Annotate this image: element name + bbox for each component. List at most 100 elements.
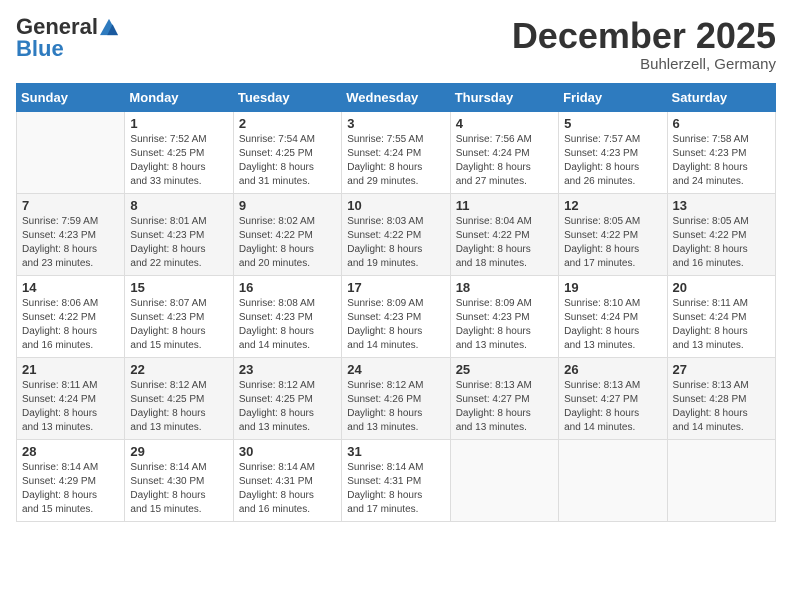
day-number: 1 xyxy=(130,116,227,131)
calendar-cell: 7 Sunrise: 7:59 AMSunset: 4:23 PMDaylight… xyxy=(17,193,125,275)
day-number: 17 xyxy=(347,280,444,295)
calendar-cell: 4Sunrise: 7:56 AMSunset: 4:24 PMDaylight… xyxy=(450,111,558,193)
calendar-day-header: Wednesday xyxy=(342,83,450,111)
day-number: 10 xyxy=(347,198,444,213)
calendar-cell: 6 Sunrise: 7:58 AMSunset: 4:23 PMDaylight… xyxy=(667,111,775,193)
day-info: Sunrise: 8:10 AMSunset: 4:24 PMDaylight:… xyxy=(564,297,661,353)
logo-general: General xyxy=(16,16,98,38)
day-number: 14 xyxy=(22,280,119,295)
day-number: 23 xyxy=(239,362,336,377)
calendar-cell: 10 Sunrise: 8:03 AMSunset: 4:22 PMDayligh… xyxy=(342,193,450,275)
calendar-cell: 29Sunrise: 8:14 AMSunset: 4:30 PMDayligh… xyxy=(125,439,233,521)
day-info: Sunrise: 7:56 AMSunset: 4:24 PMDaylight:… xyxy=(456,133,553,189)
calendar-day-header: Friday xyxy=(559,83,667,111)
calendar-cell: 9Sunrise: 8:02 AMSunset: 4:22 PMDaylight… xyxy=(233,193,341,275)
calendar-week-row: 14 Sunrise: 8:06 AMSunset: 4:22 PMDayligh… xyxy=(17,275,776,357)
calendar-day-header: Saturday xyxy=(667,83,775,111)
day-number: 6 xyxy=(673,116,770,131)
logo-blue: Blue xyxy=(16,38,64,60)
calendar-cell: 21Sunrise: 8:11 AMSunset: 4:24 PMDayligh… xyxy=(17,357,125,439)
day-number: 28 xyxy=(22,444,119,459)
day-number: 29 xyxy=(130,444,227,459)
calendar-cell: 18Sunrise: 8:09 AMSunset: 4:23 PMDayligh… xyxy=(450,275,558,357)
day-number: 20 xyxy=(673,280,770,295)
day-number: 16 xyxy=(239,280,336,295)
day-number: 7 xyxy=(22,198,119,213)
day-number: 5 xyxy=(564,116,661,131)
calendar-cell: 14 Sunrise: 8:06 AMSunset: 4:22 PMDayligh… xyxy=(17,275,125,357)
month-title: December 2025 xyxy=(512,16,776,56)
calendar-cell xyxy=(667,439,775,521)
title-block: December 2025 Buhlerzell, Germany xyxy=(512,16,776,73)
day-info: Sunrise: 8:09 AMSunset: 4:23 PMDaylight:… xyxy=(456,297,553,353)
calendar-cell: 17Sunrise: 8:09 AMSunset: 4:23 PMDayligh… xyxy=(342,275,450,357)
day-number: 27 xyxy=(673,362,770,377)
day-number: 13 xyxy=(673,198,770,213)
day-info: Sunrise: 7:54 AMSunset: 4:25 PMDaylight:… xyxy=(239,133,336,189)
day-number: 25 xyxy=(456,362,553,377)
day-info: Sunrise: 8:05 AMSunset: 4:22 PMDaylight:… xyxy=(564,215,661,271)
calendar-week-row: 1 Sunrise: 7:52 AMSunset: 4:25 PMDaylight… xyxy=(17,111,776,193)
day-number: 2 xyxy=(239,116,336,131)
day-number: 30 xyxy=(239,444,336,459)
calendar-cell: 30 Sunrise: 8:14 AMSunset: 4:31 PMDayligh… xyxy=(233,439,341,521)
day-number: 22 xyxy=(130,362,227,377)
calendar-cell: 23 Sunrise: 8:12 AMSunset: 4:25 PMDayligh… xyxy=(233,357,341,439)
calendar-header-row: SundayMondayTuesdayWednesdayThursdayFrid… xyxy=(17,83,776,111)
day-info: Sunrise: 8:14 AMSunset: 4:29 PMDaylight:… xyxy=(22,461,119,517)
day-info: Sunrise: 8:11 AMSunset: 4:24 PMDaylight:… xyxy=(673,297,770,353)
calendar-cell: 11 Sunrise: 8:04 AMSunset: 4:22 PMDayligh… xyxy=(450,193,558,275)
location: Buhlerzell, Germany xyxy=(512,56,776,73)
calendar-day-header: Thursday xyxy=(450,83,558,111)
day-info: Sunrise: 8:06 AMSunset: 4:22 PMDaylight:… xyxy=(22,297,119,353)
day-info: Sunrise: 8:01 AMSunset: 4:23 PMDaylight:… xyxy=(130,215,227,271)
day-number: 24 xyxy=(347,362,444,377)
day-info: Sunrise: 8:13 AMSunset: 4:28 PMDaylight:… xyxy=(673,379,770,435)
day-info: Sunrise: 8:04 AMSunset: 4:22 PMDaylight:… xyxy=(456,215,553,271)
calendar-cell xyxy=(17,111,125,193)
calendar-cell: 8 Sunrise: 8:01 AMSunset: 4:23 PMDaylight… xyxy=(125,193,233,275)
day-info: Sunrise: 8:12 AMSunset: 4:26 PMDaylight:… xyxy=(347,379,444,435)
day-info: Sunrise: 8:05 AMSunset: 4:22 PMDaylight:… xyxy=(673,215,770,271)
day-number: 3 xyxy=(347,116,444,131)
calendar-day-header: Tuesday xyxy=(233,83,341,111)
day-info: Sunrise: 8:14 AMSunset: 4:31 PMDaylight:… xyxy=(239,461,336,517)
calendar-cell: 2 Sunrise: 7:54 AMSunset: 4:25 PMDaylight… xyxy=(233,111,341,193)
day-number: 11 xyxy=(456,198,553,213)
day-info: Sunrise: 7:59 AMSunset: 4:23 PMDaylight:… xyxy=(22,215,119,271)
calendar-day-header: Monday xyxy=(125,83,233,111)
calendar-cell: 27 Sunrise: 8:13 AMSunset: 4:28 PMDayligh… xyxy=(667,357,775,439)
day-info: Sunrise: 7:58 AMSunset: 4:23 PMDaylight:… xyxy=(673,133,770,189)
calendar-cell xyxy=(450,439,558,521)
day-number: 15 xyxy=(130,280,227,295)
day-info: Sunrise: 8:02 AMSunset: 4:22 PMDaylight:… xyxy=(239,215,336,271)
day-info: Sunrise: 7:57 AMSunset: 4:23 PMDaylight:… xyxy=(564,133,661,189)
calendar-day-header: Sunday xyxy=(17,83,125,111)
calendar-cell: 15 Sunrise: 8:07 AMSunset: 4:23 PMDayligh… xyxy=(125,275,233,357)
calendar-cell: 25 Sunrise: 8:13 AMSunset: 4:27 PMDayligh… xyxy=(450,357,558,439)
day-info: Sunrise: 8:12 AMSunset: 4:25 PMDaylight:… xyxy=(239,379,336,435)
calendar-cell: 16 Sunrise: 8:08 AMSunset: 4:23 PMDayligh… xyxy=(233,275,341,357)
calendar-cell: 26 Sunrise: 8:13 AMSunset: 4:27 PMDayligh… xyxy=(559,357,667,439)
calendar-cell: 13 Sunrise: 8:05 AMSunset: 4:22 PMDayligh… xyxy=(667,193,775,275)
day-number: 19 xyxy=(564,280,661,295)
day-number: 8 xyxy=(130,198,227,213)
calendar-cell: 28 Sunrise: 8:14 AMSunset: 4:29 PMDayligh… xyxy=(17,439,125,521)
calendar-week-row: 28 Sunrise: 8:14 AMSunset: 4:29 PMDayligh… xyxy=(17,439,776,521)
day-info: Sunrise: 7:52 AMSunset: 4:25 PMDaylight:… xyxy=(130,133,227,189)
calendar-cell: 20 Sunrise: 8:11 AMSunset: 4:24 PMDayligh… xyxy=(667,275,775,357)
calendar-cell: 19 Sunrise: 8:10 AMSunset: 4:24 PMDayligh… xyxy=(559,275,667,357)
calendar-cell: 3Sunrise: 7:55 AMSunset: 4:24 PMDaylight… xyxy=(342,111,450,193)
day-info: Sunrise: 8:13 AMSunset: 4:27 PMDaylight:… xyxy=(456,379,553,435)
day-info: Sunrise: 8:07 AMSunset: 4:23 PMDaylight:… xyxy=(130,297,227,353)
calendar-week-row: 7 Sunrise: 7:59 AMSunset: 4:23 PMDaylight… xyxy=(17,193,776,275)
calendar-cell: 1 Sunrise: 7:52 AMSunset: 4:25 PMDaylight… xyxy=(125,111,233,193)
day-info: Sunrise: 8:13 AMSunset: 4:27 PMDaylight:… xyxy=(564,379,661,435)
day-info: Sunrise: 8:08 AMSunset: 4:23 PMDaylight:… xyxy=(239,297,336,353)
day-number: 26 xyxy=(564,362,661,377)
calendar-cell: 31Sunrise: 8:14 AMSunset: 4:31 PMDayligh… xyxy=(342,439,450,521)
page-header: General Blue December 2025 Buhlerzell, G… xyxy=(16,16,776,73)
day-info: Sunrise: 8:03 AMSunset: 4:22 PMDaylight:… xyxy=(347,215,444,271)
calendar-cell xyxy=(559,439,667,521)
calendar-cell: 12Sunrise: 8:05 AMSunset: 4:22 PMDayligh… xyxy=(559,193,667,275)
